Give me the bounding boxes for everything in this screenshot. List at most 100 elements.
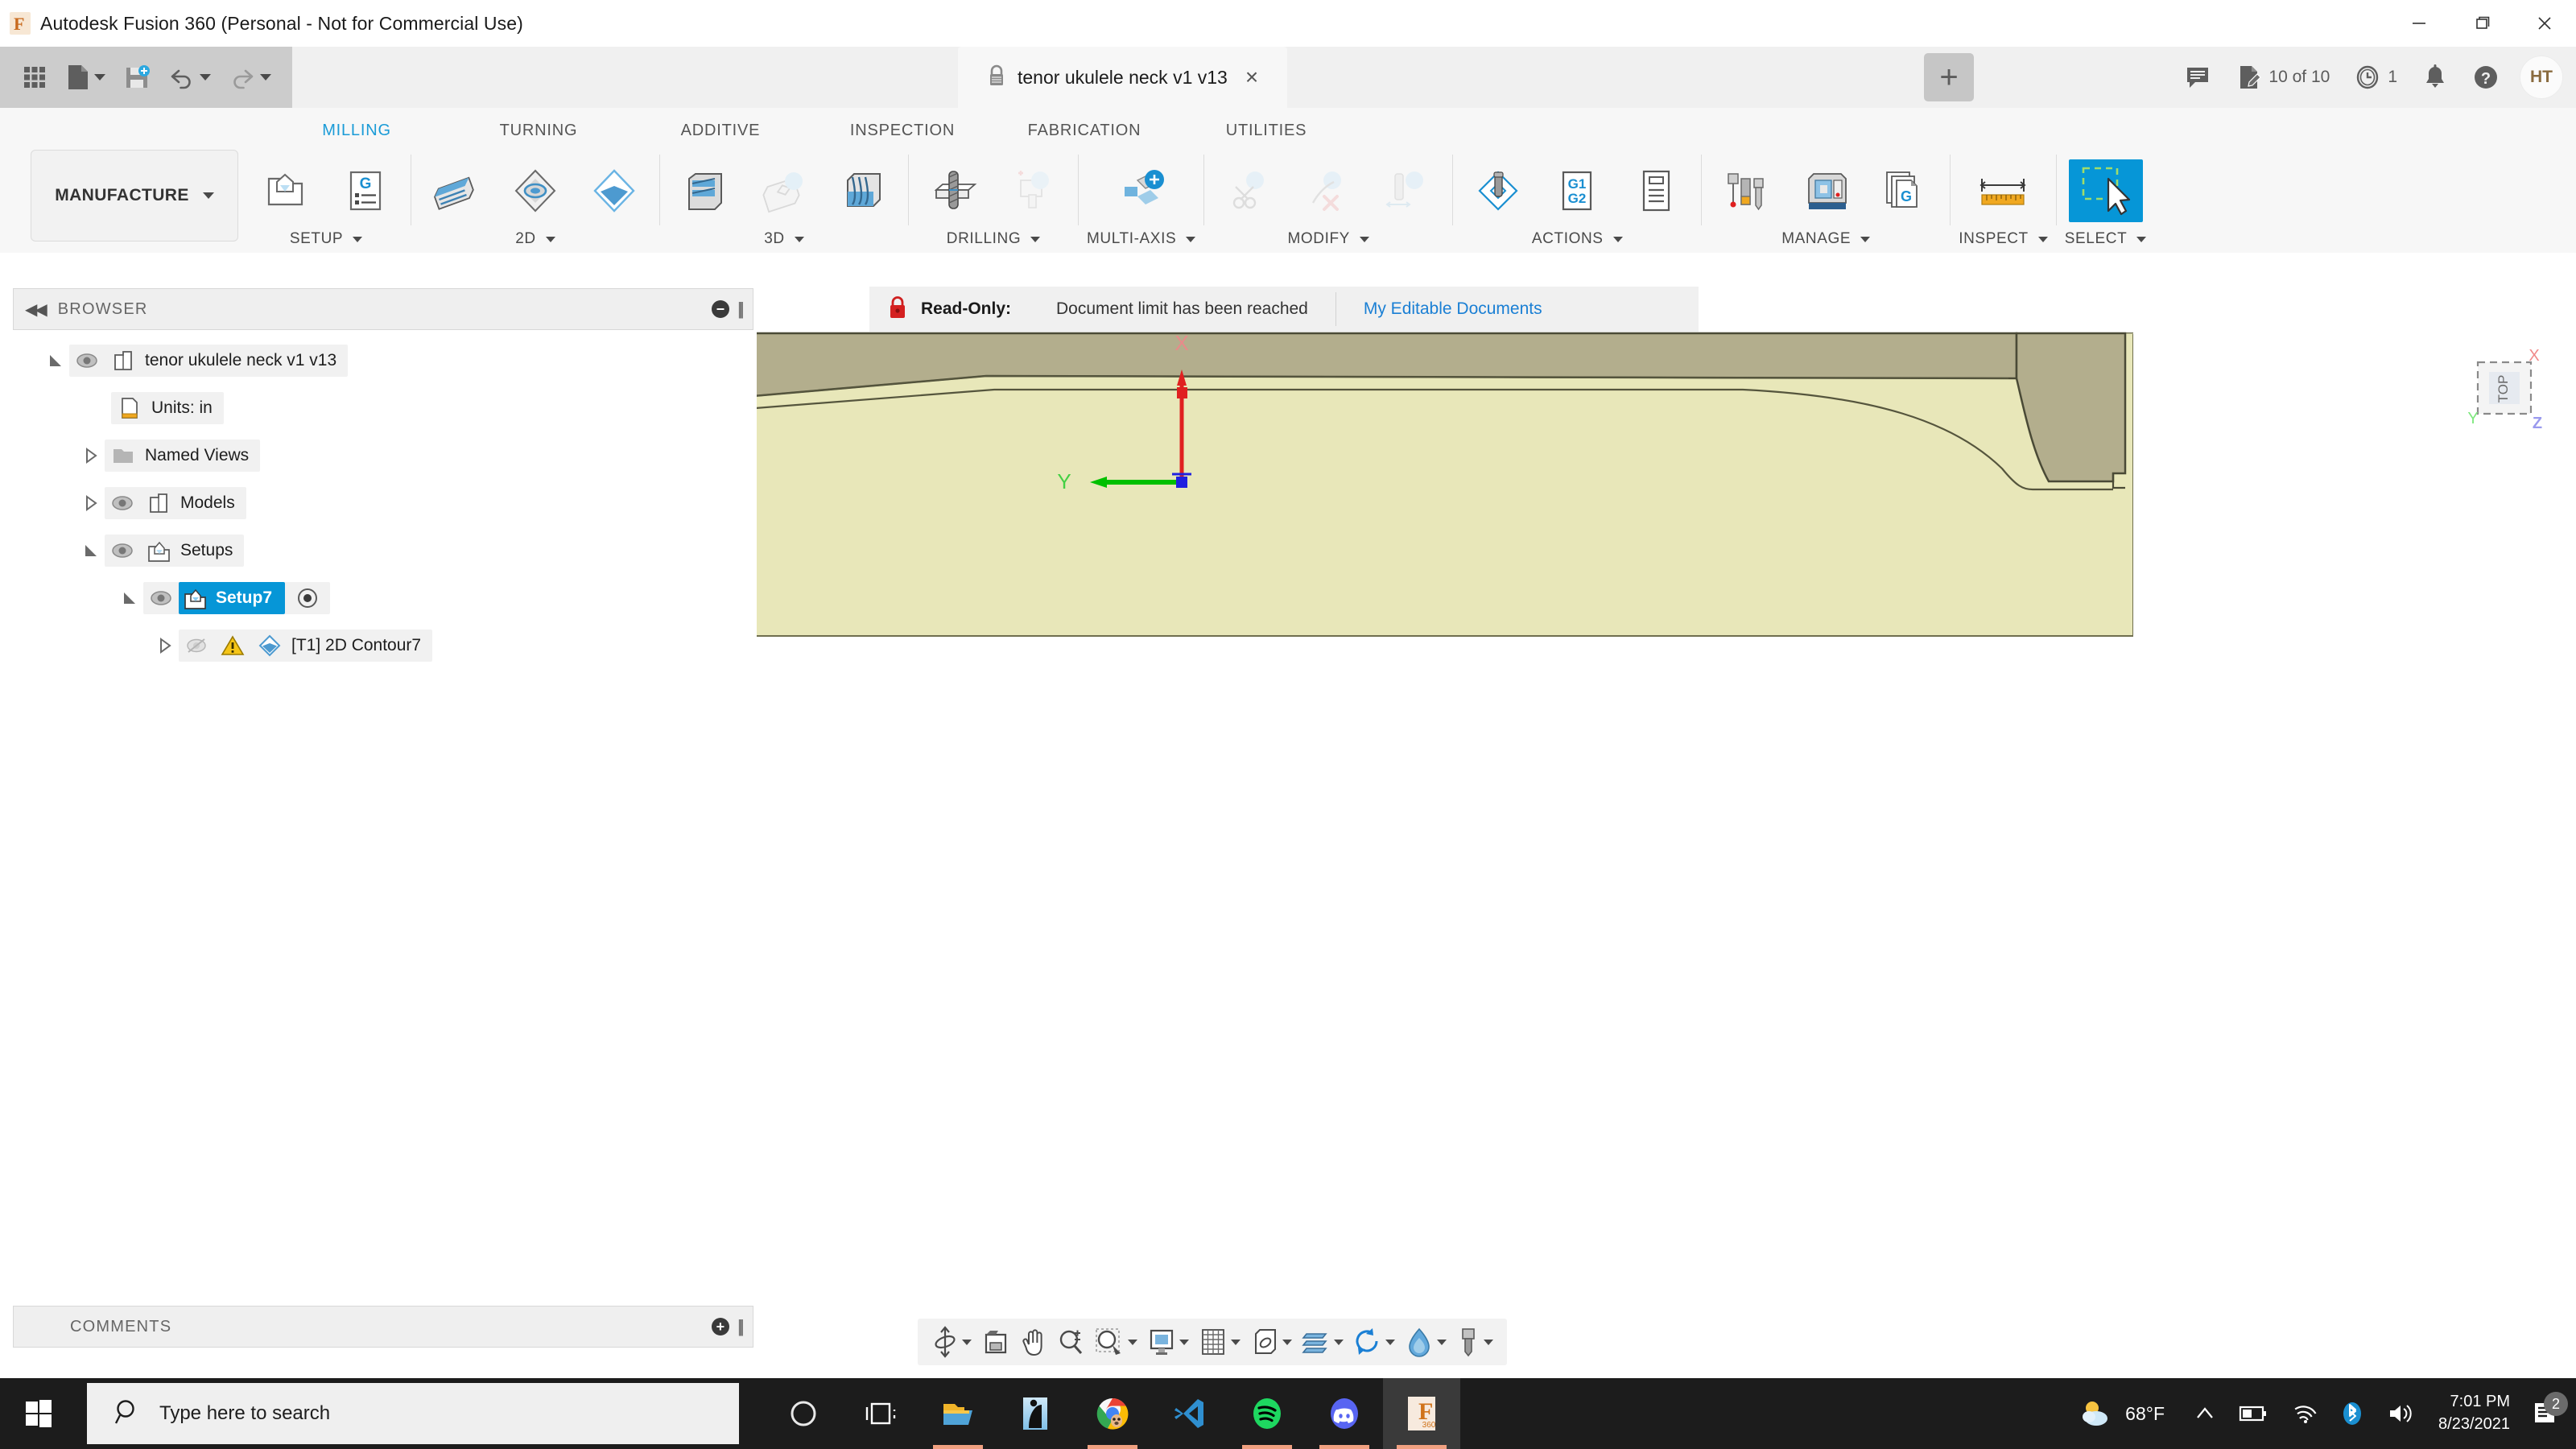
chevron-down-icon[interactable] [1860,237,1870,242]
tree-item-setup7[interactable]: Setup7 [13,574,753,621]
visibility-eye-icon[interactable] [69,352,105,369]
selection-tool-icon[interactable] [2069,159,2143,222]
simulate-icon[interactable] [1461,159,1535,222]
chevron-down-icon[interactable] [1360,237,1369,242]
panel-label-3d[interactable]: 3D [764,230,804,253]
tab-fabrication[interactable]: FABRICATION [1028,122,1141,145]
extend-icon[interactable] [1370,159,1444,222]
measure-icon[interactable] [1966,159,2040,222]
tab-additive[interactable]: ADDITIVE [681,122,761,145]
tool-icon[interactable] [1452,1323,1497,1361]
chevron-down-icon[interactable] [795,237,804,242]
chevron-down-icon[interactable] [1030,237,1040,242]
tree-item-units[interactable]: Units: in [13,384,753,431]
nc-programs-icon[interactable]: G [1868,159,1942,222]
viewports-icon[interactable] [1246,1323,1296,1361]
zoom-icon[interactable] [1053,1323,1088,1361]
panel-label-inspect[interactable]: INSPECT [1959,230,2048,253]
app-grid-icon[interactable] [14,53,55,101]
bell-icon[interactable] [2412,53,2458,101]
resize-grip-icon[interactable]: ||| [737,299,741,320]
weather-temperature[interactable]: 68°F [2125,1403,2182,1425]
add-comment-icon[interactable]: + [712,1318,729,1335]
tree-item-named-views[interactable]: Named Views [13,431,753,479]
selected-setup-item[interactable]: Setup7 [179,582,285,614]
chevron-down-icon[interactable] [200,74,211,80]
weather-partly-cloudy-icon[interactable] [2067,1397,2125,1430]
expand-arrow-collapsed[interactable] [151,637,179,654]
chevron-down-icon[interactable] [203,192,214,199]
resize-grip-icon[interactable]: ||| [737,1316,741,1337]
action-center-icon[interactable]: 2 [2526,1400,2576,1427]
face-icon[interactable] [419,159,493,222]
chevron-down-icon[interactable] [1128,1340,1137,1345]
active-setup-icon[interactable] [296,587,319,609]
chevron-down-icon[interactable] [2038,237,2048,242]
bore-icon[interactable] [996,159,1070,222]
stock-and-part-geometry[interactable] [757,332,2133,638]
post-process-icon[interactable]: G1 G2 [1540,159,1614,222]
tree-item-setups[interactable]: Setups [13,526,753,574]
refresh-icon[interactable] [1349,1323,1399,1361]
new-document-icon[interactable] [60,53,112,101]
close-button[interactable] [2513,0,2576,47]
panel-label-modify[interactable]: MODIFY [1287,230,1369,253]
comment-icon[interactable] [2174,53,2222,101]
new-tab-button[interactable]: + [1924,53,1974,101]
panel-label-setup[interactable]: SETUP [290,230,362,253]
expand-arrow-expanded[interactable] [42,352,69,369]
chevron-down-icon[interactable] [962,1340,972,1345]
document-tab[interactable]: tenor ukulele neck v1 v13 × [958,47,1287,108]
chevron-down-icon[interactable] [1282,1340,1292,1345]
panel-label-2d[interactable]: 2D [515,230,555,253]
user-avatar[interactable]: HT [2520,56,2563,99]
adaptive-clearing-icon[interactable] [668,159,742,222]
setup-sheet-icon[interactable] [1619,159,1693,222]
chevron-down-icon[interactable] [1231,1340,1241,1345]
minimize-button[interactable] [2388,0,2450,47]
file-explorer-icon[interactable] [919,1378,997,1449]
chevron-down-icon[interactable] [1484,1340,1493,1345]
display-settings-icon[interactable] [1298,1323,1348,1361]
expand-arrow-collapsed[interactable] [77,447,105,464]
panel-label-actions[interactable]: ACTIONS [1532,230,1623,253]
help-icon[interactable]: ? [2462,53,2510,101]
chevron-down-icon[interactable] [1186,237,1195,242]
trim-icon[interactable] [1212,159,1286,222]
chevron-down-icon[interactable] [2136,237,2146,242]
bluetooth-icon[interactable] [2329,1400,2376,1427]
tab-utilities[interactable]: UTILITIES [1226,122,1307,145]
grid-snap-icon[interactable] [1195,1323,1245,1361]
gcode-list-icon[interactable]: G [328,159,402,222]
panel-label-drilling[interactable]: DRILLING [947,230,1040,253]
chevron-down-icon[interactable] [94,74,105,80]
tab-turning[interactable]: TURNING [500,122,578,145]
pan-icon[interactable] [1016,1323,1051,1361]
volume-icon[interactable] [2376,1402,2427,1426]
2d-adaptive-icon[interactable] [498,159,572,222]
machine-library-icon[interactable] [1789,159,1863,222]
tab-milling[interactable]: MILLING [322,122,391,145]
wifi-icon[interactable] [2279,1402,2329,1425]
view-cube[interactable]: TOP X Y Z [2458,345,2555,441]
fit-icon[interactable] [1143,1323,1193,1361]
undo-icon[interactable] [162,53,217,101]
expand-arrow-collapsed[interactable] [77,494,105,512]
appearance-icon[interactable] [1401,1323,1451,1361]
multi-axis-contour-icon[interactable] [1104,159,1179,222]
minimize-panel-icon[interactable]: − [712,300,729,318]
maximize-button[interactable] [2450,0,2513,47]
visibility-eye-icon[interactable] [105,494,140,512]
redo-icon[interactable] [222,53,278,101]
editable-documents-indicator[interactable]: 10 of 10 [2225,53,2341,101]
expand-arrow-expanded[interactable] [77,542,105,559]
visibility-eye-icon[interactable] [105,542,140,559]
taskbar-clock[interactable]: 7:01 PM 8/23/2021 [2427,1391,2526,1435]
2d-contour-icon[interactable] [577,159,651,222]
cortana-icon[interactable] [765,1378,842,1449]
tree-item-root[interactable]: tenor ukulele neck v1 v13 [13,336,753,384]
fusion360-icon[interactable]: F 360 [1383,1378,1460,1449]
tool-library-icon[interactable] [1710,159,1784,222]
save-icon[interactable] [117,53,157,101]
pocket-clearing-icon[interactable] [747,159,821,222]
